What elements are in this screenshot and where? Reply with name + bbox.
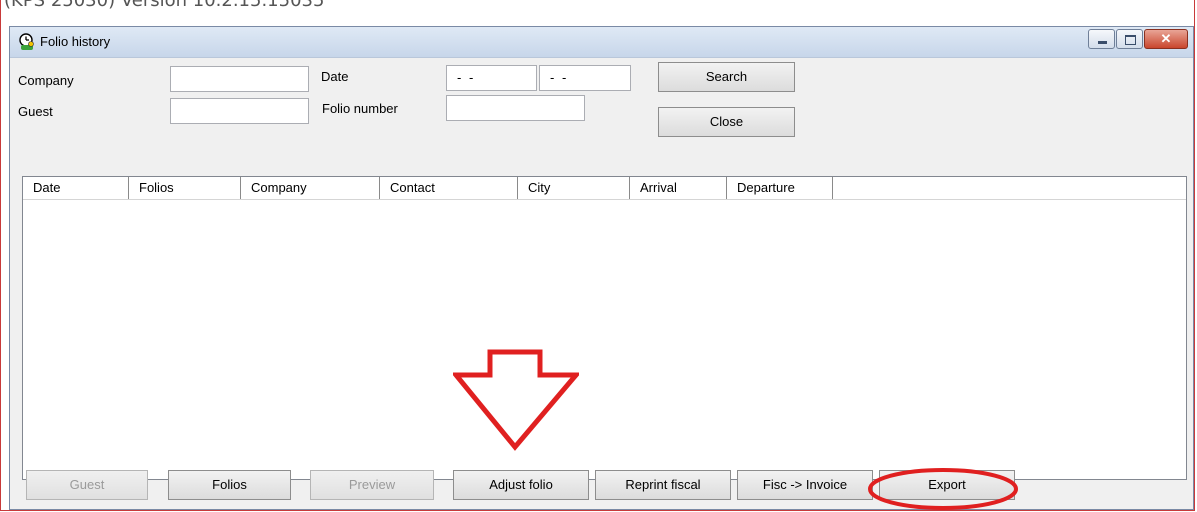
fisc-invoice-button-label: Fisc -> Invoice [762, 477, 848, 492]
reprint-fiscal-button[interactable]: Reprint fiscal [595, 470, 731, 500]
search-button[interactable]: Search [658, 62, 795, 92]
export-highlight-ellipse [868, 468, 1018, 510]
col-company[interactable]: Company [241, 177, 380, 199]
maximize-icon [1125, 35, 1136, 45]
adjust-folio-button[interactable]: Adjust folio [453, 470, 589, 500]
minimize-icon [1098, 41, 1107, 44]
guest-button[interactable]: Guest [26, 470, 148, 500]
col-arrival[interactable]: Arrival [630, 177, 727, 199]
col-folios[interactable]: Folios [129, 177, 241, 199]
window-title: Folio history [40, 34, 111, 49]
title-bar[interactable]: Folio history ✕ [10, 27, 1193, 58]
company-input[interactable] [170, 66, 309, 92]
search-button-label: Search [705, 69, 748, 84]
adjust-folio-button-label: Adjust folio [489, 477, 553, 492]
folio-number-label: Folio number [322, 101, 398, 116]
close-window-button[interactable]: ✕ [1144, 29, 1188, 49]
maximize-button[interactable] [1116, 29, 1143, 49]
guest-label: Guest [18, 104, 53, 119]
folio-number-input[interactable] [446, 95, 585, 121]
col-contact[interactable]: Contact [380, 177, 518, 199]
reprint-fiscal-button-label: Reprint fiscal [625, 477, 701, 492]
close-button[interactable]: Close [658, 107, 795, 137]
col-departure[interactable]: Departure [727, 177, 833, 199]
clock-person-icon [19, 33, 34, 50]
minimize-button[interactable] [1088, 29, 1115, 49]
close-icon: ✕ [1160, 31, 1172, 46]
col-date[interactable]: Date [23, 177, 129, 199]
preview-button-label: Preview [348, 477, 396, 492]
date-to-input[interactable]: - - [539, 65, 631, 91]
guest-input[interactable] [170, 98, 309, 124]
folio-history-window: Folio history ✕ Company Guest Date - - -… [9, 26, 1194, 510]
col-city[interactable]: City [518, 177, 630, 199]
company-label: Company [18, 73, 74, 88]
down-arrow-annotation [453, 349, 579, 451]
guest-button-label: Guest [69, 477, 105, 492]
fisc-invoice-button[interactable]: Fisc -> Invoice [737, 470, 873, 500]
date-label: Date [321, 69, 349, 84]
preview-button[interactable]: Preview [310, 470, 434, 500]
window-controls: ✕ [1087, 29, 1188, 49]
folios-button[interactable]: Folios [168, 470, 291, 500]
folios-button-label: Folios [212, 477, 247, 492]
folio-grid[interactable]: Date Folios Company Contact City Arrival… [22, 176, 1187, 480]
close-button-label: Close [709, 114, 744, 129]
grid-header: Date Folios Company Contact City Arrival… [23, 177, 1186, 200]
date-from-input[interactable]: - - [446, 65, 537, 91]
